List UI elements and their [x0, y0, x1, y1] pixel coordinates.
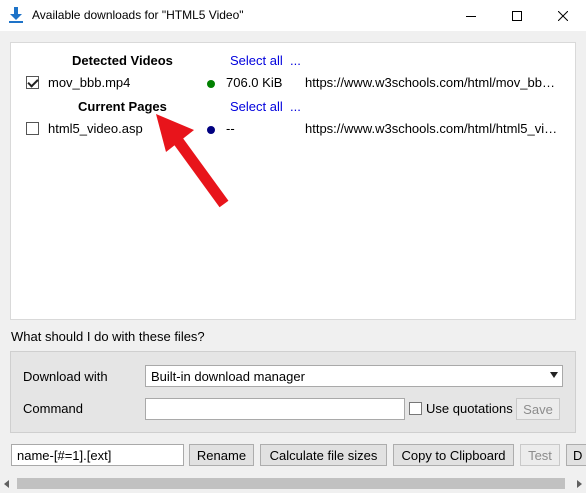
close-icon [558, 10, 568, 21]
file-url: https://www.w3schools.com/html/html5_vid… [305, 121, 561, 136]
minimize-button[interactable] [448, 0, 494, 31]
more-pages-link[interactable]: ... [290, 99, 301, 114]
file-url: https://www.w3schools.com/html/mov_bbb.m… [305, 75, 561, 90]
use-quotations-checkbox[interactable] [409, 402, 422, 415]
maximize-icon [512, 10, 522, 21]
file-name: html5_video.asp [48, 121, 143, 136]
downloads-list: Detected Videos Select all ... mov_bbb.m… [10, 42, 576, 320]
status-dot-icon [207, 80, 215, 88]
horizontal-scrollbar[interactable] [0, 475, 586, 493]
calculate-file-sizes-button[interactable]: Calculate file sizes [260, 444, 387, 466]
close-button[interactable] [540, 0, 586, 31]
select-all-videos-link[interactable]: Select all [230, 53, 283, 68]
select-all-pages-link[interactable]: Select all [230, 99, 283, 114]
item-checkbox[interactable] [26, 122, 39, 135]
window-title: Available downloads for "HTML5 Video" [32, 8, 244, 22]
scroll-right-icon[interactable] [577, 480, 582, 488]
save-button[interactable]: Save [516, 398, 560, 420]
options-panel: Download with Built-in download manager … [10, 351, 576, 433]
download-button[interactable]: D [566, 444, 586, 466]
use-quotations-label: Use quotations [426, 401, 513, 416]
chevron-down-icon [550, 372, 558, 378]
annotation-arrow-icon [156, 114, 229, 208]
group-title-detected-videos: Detected Videos [72, 53, 173, 68]
list-item[interactable]: mov_bbb.mp4 706.0 KiB https://www.w3scho… [11, 73, 575, 93]
file-name: mov_bbb.mp4 [48, 75, 131, 90]
bottom-toolbar: name-[#=1].[ext] Rename Calculate file s… [0, 443, 586, 467]
rename-button[interactable]: Rename [189, 444, 254, 466]
minimize-icon [466, 15, 476, 17]
download-icon [9, 7, 23, 23]
command-label: Command [23, 401, 83, 416]
rename-pattern-value: name-[#=1].[ext] [17, 448, 112, 463]
file-size: 706.0 KiB [226, 75, 283, 90]
question-text: What should I do with these files? [11, 329, 205, 344]
command-input[interactable] [145, 398, 405, 420]
maximize-button[interactable] [494, 0, 540, 31]
download-with-label: Download with [23, 369, 108, 384]
scroll-thumb[interactable] [17, 478, 565, 489]
test-button[interactable]: Test [520, 444, 560, 466]
download-with-value: Built-in download manager [151, 369, 305, 384]
copy-to-clipboard-button[interactable]: Copy to Clipboard [393, 444, 514, 466]
list-item[interactable]: html5_video.asp -- https://www.w3schools… [11, 119, 575, 139]
title-bar: Available downloads for "HTML5 Video" [0, 0, 586, 31]
item-checkbox[interactable] [26, 76, 39, 89]
rename-pattern-input[interactable]: name-[#=1].[ext] [11, 444, 184, 466]
download-with-select[interactable]: Built-in download manager [145, 365, 563, 387]
more-videos-link[interactable]: ... [290, 53, 301, 68]
scroll-left-icon[interactable] [4, 480, 9, 488]
